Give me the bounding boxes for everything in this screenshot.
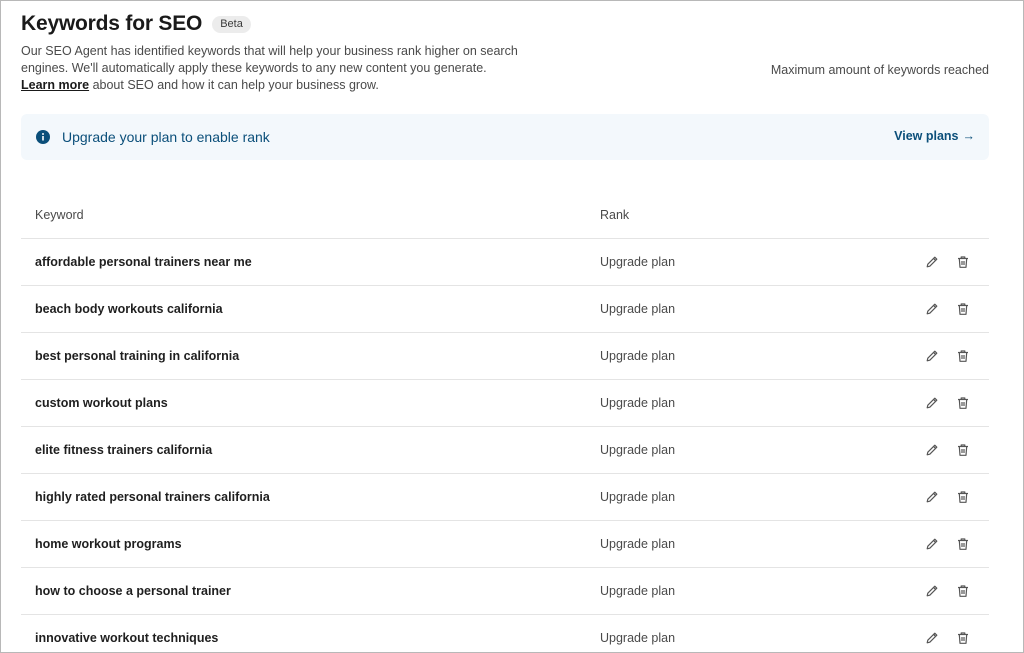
table-row: highly rated personal trainers californi… bbox=[21, 474, 989, 521]
view-plans-label: View plans bbox=[894, 129, 959, 143]
rank-upgrade-link[interactable]: Upgrade plan bbox=[600, 443, 675, 457]
page-description: Our SEO Agent has identified keywords th… bbox=[21, 43, 541, 94]
table-row: how to choose a personal trainer Upgrade… bbox=[21, 568, 989, 615]
keyword-cell: how to choose a personal trainer bbox=[35, 584, 231, 598]
table-row: beach body workouts california Upgrade p… bbox=[21, 286, 989, 333]
column-header-rank: Rank bbox=[600, 208, 630, 222]
keyword-cell: home workout programs bbox=[35, 537, 182, 551]
trash-icon[interactable] bbox=[954, 488, 972, 506]
keyword-cell: custom workout plans bbox=[35, 396, 168, 410]
rank-upgrade-link[interactable]: Upgrade plan bbox=[600, 631, 675, 645]
rank-upgrade-link[interactable]: Upgrade plan bbox=[600, 537, 675, 551]
upgrade-banner: Upgrade your plan to enable rank View pl… bbox=[21, 114, 989, 160]
pencil-icon[interactable] bbox=[923, 535, 941, 553]
trash-icon[interactable] bbox=[954, 582, 972, 600]
keyword-cell: highly rated personal trainers californi… bbox=[35, 490, 270, 504]
table-row: affordable personal trainers near me Upg… bbox=[21, 239, 989, 286]
description-line-3: Learn more about SEO and how it can help… bbox=[21, 77, 541, 94]
view-plans-link[interactable]: View plans → bbox=[894, 129, 975, 143]
table-row: elite fitness trainers california Upgrad… bbox=[21, 427, 989, 474]
trash-icon[interactable] bbox=[954, 629, 972, 647]
pencil-icon[interactable] bbox=[923, 394, 941, 412]
trash-icon[interactable] bbox=[954, 394, 972, 412]
table-row: custom workout plans Upgrade plan bbox=[21, 380, 989, 427]
table-row: home workout programs Upgrade plan bbox=[21, 521, 989, 568]
keyword-cell: beach body workouts california bbox=[35, 302, 223, 316]
pencil-icon[interactable] bbox=[923, 582, 941, 600]
title-row: Keywords for SEO Beta bbox=[21, 12, 251, 36]
description-line-2: engines. We'll automatically apply these… bbox=[21, 61, 487, 75]
keywords-table: Keyword Rank affordable personal trainer… bbox=[21, 192, 989, 653]
pencil-icon[interactable] bbox=[923, 347, 941, 365]
pencil-icon[interactable] bbox=[923, 441, 941, 459]
rank-upgrade-link[interactable]: Upgrade plan bbox=[600, 302, 675, 316]
max-keywords-note: Maximum amount of keywords reached bbox=[770, 63, 989, 77]
beta-badge: Beta bbox=[212, 15, 251, 33]
keyword-cell: elite fitness trainers california bbox=[35, 443, 213, 457]
rank-upgrade-link[interactable]: Upgrade plan bbox=[600, 396, 675, 410]
pencil-icon[interactable] bbox=[923, 488, 941, 506]
pencil-icon[interactable] bbox=[923, 629, 941, 647]
trash-icon[interactable] bbox=[954, 347, 972, 365]
rank-upgrade-link[interactable]: Upgrade plan bbox=[600, 490, 675, 504]
trash-icon[interactable] bbox=[954, 535, 972, 553]
pencil-icon[interactable] bbox=[923, 253, 941, 271]
keyword-cell: innovative workout techniques bbox=[35, 631, 219, 645]
table-body: affordable personal trainers near me Upg… bbox=[21, 239, 989, 653]
column-header-keyword: Keyword bbox=[35, 208, 84, 222]
table-row: innovative workout techniques Upgrade pl… bbox=[21, 615, 989, 653]
trash-icon[interactable] bbox=[954, 300, 972, 318]
rank-upgrade-link[interactable]: Upgrade plan bbox=[600, 255, 675, 269]
arrow-right-icon: → bbox=[962, 129, 976, 143]
pencil-icon[interactable] bbox=[923, 300, 941, 318]
info-icon bbox=[36, 130, 50, 144]
keyword-cell: best personal training in california bbox=[35, 349, 240, 363]
description-line-3-rest: about SEO and how it can help your busin… bbox=[89, 78, 379, 92]
rank-upgrade-link[interactable]: Upgrade plan bbox=[600, 349, 675, 363]
page-title: Keywords for SEO bbox=[21, 12, 203, 35]
trash-icon[interactable] bbox=[954, 253, 972, 271]
rank-upgrade-link[interactable]: Upgrade plan bbox=[600, 584, 675, 598]
banner-text: Upgrade your plan to enable rank bbox=[62, 129, 270, 145]
description-line-1: Our SEO Agent has identified keywords th… bbox=[21, 44, 518, 58]
table-header: Keyword Rank bbox=[21, 192, 989, 239]
learn-more-link[interactable]: Learn more bbox=[21, 78, 89, 92]
keyword-cell: affordable personal trainers near me bbox=[35, 255, 252, 269]
table-row: best personal training in california Upg… bbox=[21, 333, 989, 380]
trash-icon[interactable] bbox=[954, 441, 972, 459]
